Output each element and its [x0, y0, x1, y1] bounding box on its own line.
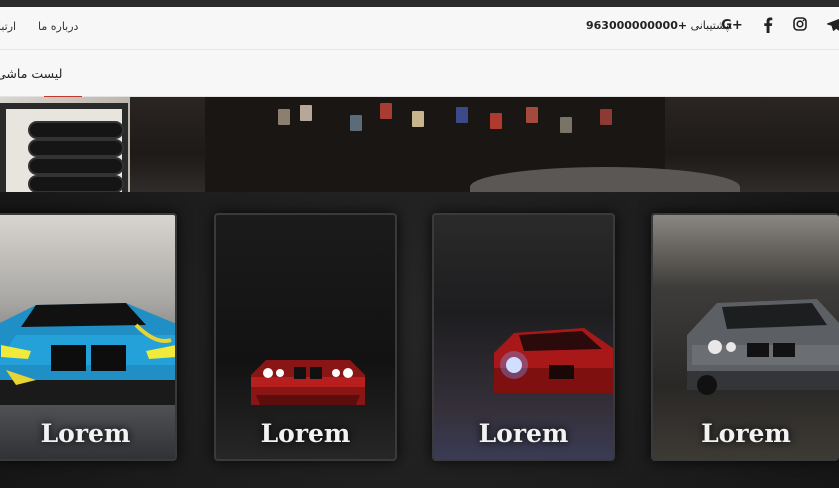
car-card[interactable]: Lorem: [651, 213, 839, 461]
car-image: [251, 360, 365, 405]
support-number: 963000000000+: [586, 19, 688, 32]
shelf-item: [560, 117, 572, 133]
shelf-item: [278, 109, 290, 125]
tire-stack: [28, 139, 124, 157]
contact-link[interactable]: ارتبا: [0, 20, 16, 33]
car-image: [0, 303, 175, 405]
main-navbar: لیست ماشی: [0, 50, 839, 146]
top-strip: [0, 0, 839, 7]
car-cards-section: Lorem Lorem Lorem Lorem: [0, 192, 839, 488]
shelf-item: [600, 109, 612, 125]
shelf-item: [412, 111, 424, 127]
top-bar: ارتبا درباره ما 963000000000+ پشتیبانی: …: [0, 7, 839, 50]
support-phone: 963000000000+ پشتیبانی:: [586, 19, 733, 32]
tire-stack: [28, 121, 124, 139]
card-title: Lorem: [40, 419, 131, 448]
telegram-icon[interactable]: [824, 17, 839, 35]
nav-car-list-link[interactable]: لیست ماشی: [0, 66, 62, 81]
car-image: [494, 328, 613, 393]
car-image: [687, 299, 839, 395]
car-card[interactable]: Lorem: [214, 213, 397, 461]
shelf-item: [300, 105, 312, 121]
google-plus-icon[interactable]: G+: [721, 18, 743, 33]
card-title: Lorem: [701, 419, 791, 448]
car-card[interactable]: Lorem: [432, 213, 615, 461]
shelf-item: [350, 115, 362, 131]
tire-stack: [28, 157, 124, 175]
shelf-item: [526, 107, 538, 123]
shelf-item: [490, 113, 502, 129]
car-card[interactable]: Lorem: [0, 213, 177, 461]
hero-banner: [0, 97, 839, 192]
shelf-item: [456, 107, 468, 123]
about-link[interactable]: درباره ما: [38, 20, 78, 33]
instagram-icon[interactable]: [789, 17, 811, 35]
facebook-icon[interactable]: [757, 17, 779, 37]
tire-stack: [28, 175, 124, 192]
card-title: Lorem: [260, 419, 351, 448]
shelf-item: [380, 103, 392, 119]
card-title: Lorem: [478, 419, 569, 448]
